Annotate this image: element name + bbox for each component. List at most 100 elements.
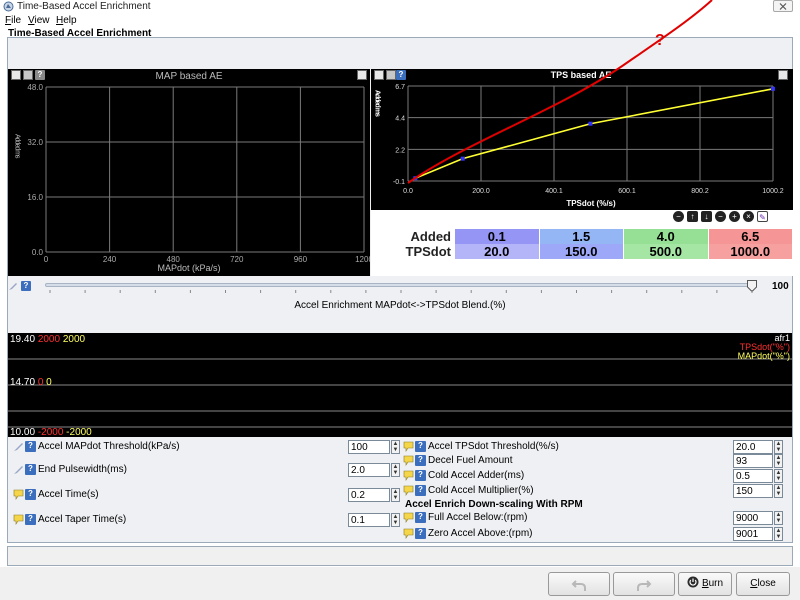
burn-button[interactable]: Burn xyxy=(678,572,732,596)
tps-table-tpsdot-cell[interactable]: 20.0 xyxy=(455,244,539,259)
map-chart-settings-button[interactable] xyxy=(23,70,33,80)
spinner-cold-accel-multiplier[interactable]: ▲ ▼ xyxy=(774,484,783,498)
input-full-accel-below[interactable] xyxy=(733,511,773,525)
history-top-labels: 19.40 2000 2000 xyxy=(10,334,85,345)
menu-view[interactable]: View xyxy=(28,13,50,28)
input-accel-taper-time[interactable] xyxy=(348,513,390,527)
input-end-pulsewidth[interactable] xyxy=(348,463,390,477)
map-chart-expand-button[interactable] xyxy=(357,70,367,80)
spinner-full-accel-below[interactable]: ▲ ▼ xyxy=(774,511,783,525)
tps-ae-point[interactable] xyxy=(770,86,775,91)
help-icon[interactable]: ? xyxy=(415,455,426,466)
input-cold-accel-multiplier[interactable] xyxy=(733,484,773,498)
help-icon[interactable]: ? xyxy=(415,470,426,481)
down-arrow-icon[interactable]: ↓ xyxy=(701,211,712,222)
tps-x-axis-label: TPSdot (%/s) xyxy=(566,199,616,208)
up-arrow-icon[interactable]: ↑ xyxy=(687,211,698,222)
comment-icon[interactable] xyxy=(403,485,414,496)
window-close-button[interactable] xyxy=(773,0,793,12)
field-accel-taper-time: ? Accel Taper Time(s) ▲▼ xyxy=(8,512,403,528)
tps-ae-point[interactable] xyxy=(413,176,418,181)
history-top-tps: 2000 xyxy=(37,334,61,345)
history-mid-map: 0 xyxy=(46,377,52,388)
help-icon[interactable]: ? xyxy=(25,514,36,525)
spinner-accel-time[interactable]: ▲ ▼ xyxy=(391,488,400,502)
menu-help[interactable]: Help xyxy=(56,13,77,28)
spinner-zero-accel-above[interactable]: ▲ ▼ xyxy=(774,527,783,541)
tps-table-tpsdot-cell[interactable]: 500.0 xyxy=(624,244,708,259)
undo-button[interactable] xyxy=(548,572,610,596)
menu-file[interactable]: File xyxy=(5,13,21,28)
spinner-accel-mapdot-threshold[interactable]: ▲ ▼ xyxy=(391,440,400,454)
window-title: Time-Based Accel Enrichment xyxy=(17,1,151,12)
label-cold-accel-adder: Cold Accel Adder(ms) xyxy=(428,470,525,481)
close-button[interactable]: Close xyxy=(736,572,790,596)
tps-ae-point[interactable] xyxy=(460,156,465,161)
map-chart-menu-button[interactable] xyxy=(11,70,21,80)
comment-icon[interactable] xyxy=(403,512,414,523)
tps-chart-settings-button[interactable] xyxy=(386,70,396,80)
map-y-tick-label: 0.0 xyxy=(32,248,44,257)
help-icon[interactable]: ? xyxy=(25,441,36,452)
map-chart-help-icon[interactable]: ? xyxy=(35,70,45,80)
help-icon[interactable]: ? xyxy=(415,441,426,452)
help-icon[interactable]: ? xyxy=(415,528,426,539)
help-icon[interactable]: ? xyxy=(25,464,36,475)
map-x-tick-label: 720 xyxy=(230,255,244,264)
tps-table-added-cell[interactable]: 1.5 xyxy=(539,229,623,244)
map-y-tick-label: 32.0 xyxy=(27,138,43,147)
history-plot[interactable]: 19.40 2000 2000 14.70 0 0 10.00 -2000 -2… xyxy=(8,333,792,438)
label-accel-mapdot-threshold: Accel MAPdot Threshold(kPa/s) xyxy=(38,441,180,452)
map-ae-chart[interactable]: MAP based AE MAPdot (kPa/s) 0 240 480 720 96… xyxy=(8,69,370,276)
redo-icon xyxy=(637,580,652,591)
tps-chart-menu-button[interactable] xyxy=(374,70,384,80)
edit-icon[interactable] xyxy=(13,441,24,452)
minus-circle-icon[interactable]: − xyxy=(673,211,684,222)
tps-table-tpsdot-cell[interactable]: 150.0 xyxy=(539,244,623,259)
menu-help-label: elp xyxy=(63,15,77,26)
tps-table-added-cell[interactable]: 0.1 xyxy=(455,229,539,244)
plus-icon[interactable]: + xyxy=(729,211,740,222)
close-label: lose xyxy=(757,578,776,589)
spinner-decel-fuel-amount[interactable]: ▲ ▼ xyxy=(774,454,783,468)
tps-x-tick-label: 0.0 xyxy=(403,188,413,195)
edit-icon[interactable] xyxy=(13,464,24,475)
field-cold-accel-multiplier: ? Cold Accel Multiplier(%) ▲▼ xyxy=(403,483,791,499)
cancel-icon[interactable]: × xyxy=(743,211,754,222)
input-cold-accel-adder[interactable] xyxy=(733,469,773,483)
spinner-end-pulsewidth[interactable]: ▲ ▼ xyxy=(391,463,400,477)
history-mid-tps: 0 xyxy=(37,377,44,388)
spinner-accel-tpsdot-threshold[interactable]: ▲ ▼ xyxy=(774,440,783,454)
comment-icon[interactable] xyxy=(403,441,414,452)
minus-icon[interactable]: − xyxy=(715,211,726,222)
tps-chart-help-icon[interactable]: ? xyxy=(396,70,406,80)
tps-table-added-cell[interactable]: 4.0 xyxy=(624,229,708,244)
comment-icon[interactable] xyxy=(13,514,24,525)
help-icon[interactable]: ? xyxy=(25,489,36,500)
input-accel-time[interactable] xyxy=(348,488,390,502)
input-accel-mapdot-threshold[interactable] xyxy=(348,440,390,454)
tps-ae-chart[interactable]: TPS based AE TPSdot (%/s) 0.0 200.0 400.1 6… xyxy=(371,69,793,210)
tps-x-tick-label: 1000.2 xyxy=(762,188,784,195)
tps-table-tpsdot-cell[interactable]: 1000.0 xyxy=(708,244,792,259)
input-decel-fuel-amount[interactable] xyxy=(733,454,773,468)
redo-button[interactable] xyxy=(613,572,675,596)
edit-icon[interactable]: ✎ xyxy=(757,211,768,222)
tps-chart-expand-button[interactable] xyxy=(778,70,788,80)
comment-icon[interactable] xyxy=(13,489,24,500)
help-icon[interactable]: ? xyxy=(415,485,426,496)
comment-icon[interactable] xyxy=(403,470,414,481)
spinner-cold-accel-adder[interactable]: ▲ ▼ xyxy=(774,469,783,483)
tps-x-tick-label: 200.0 xyxy=(472,188,490,195)
comment-icon[interactable] xyxy=(403,455,414,466)
input-zero-accel-above[interactable] xyxy=(733,527,773,541)
title-bar: Time-Based Accel Enrichment xyxy=(0,0,800,13)
history-top-afr: 19.40 xyxy=(10,334,36,345)
comment-icon[interactable] xyxy=(403,528,414,539)
spinner-accel-taper-time[interactable]: ▲ ▼ xyxy=(391,513,400,527)
tps-ae-point[interactable] xyxy=(588,121,593,126)
label-accel-time: Accel Time(s) xyxy=(38,489,99,500)
help-icon[interactable]: ? xyxy=(415,512,426,523)
input-accel-tpsdot-threshold[interactable] xyxy=(733,440,773,454)
tps-table-added-cell[interactable]: 6.5 xyxy=(708,229,792,244)
